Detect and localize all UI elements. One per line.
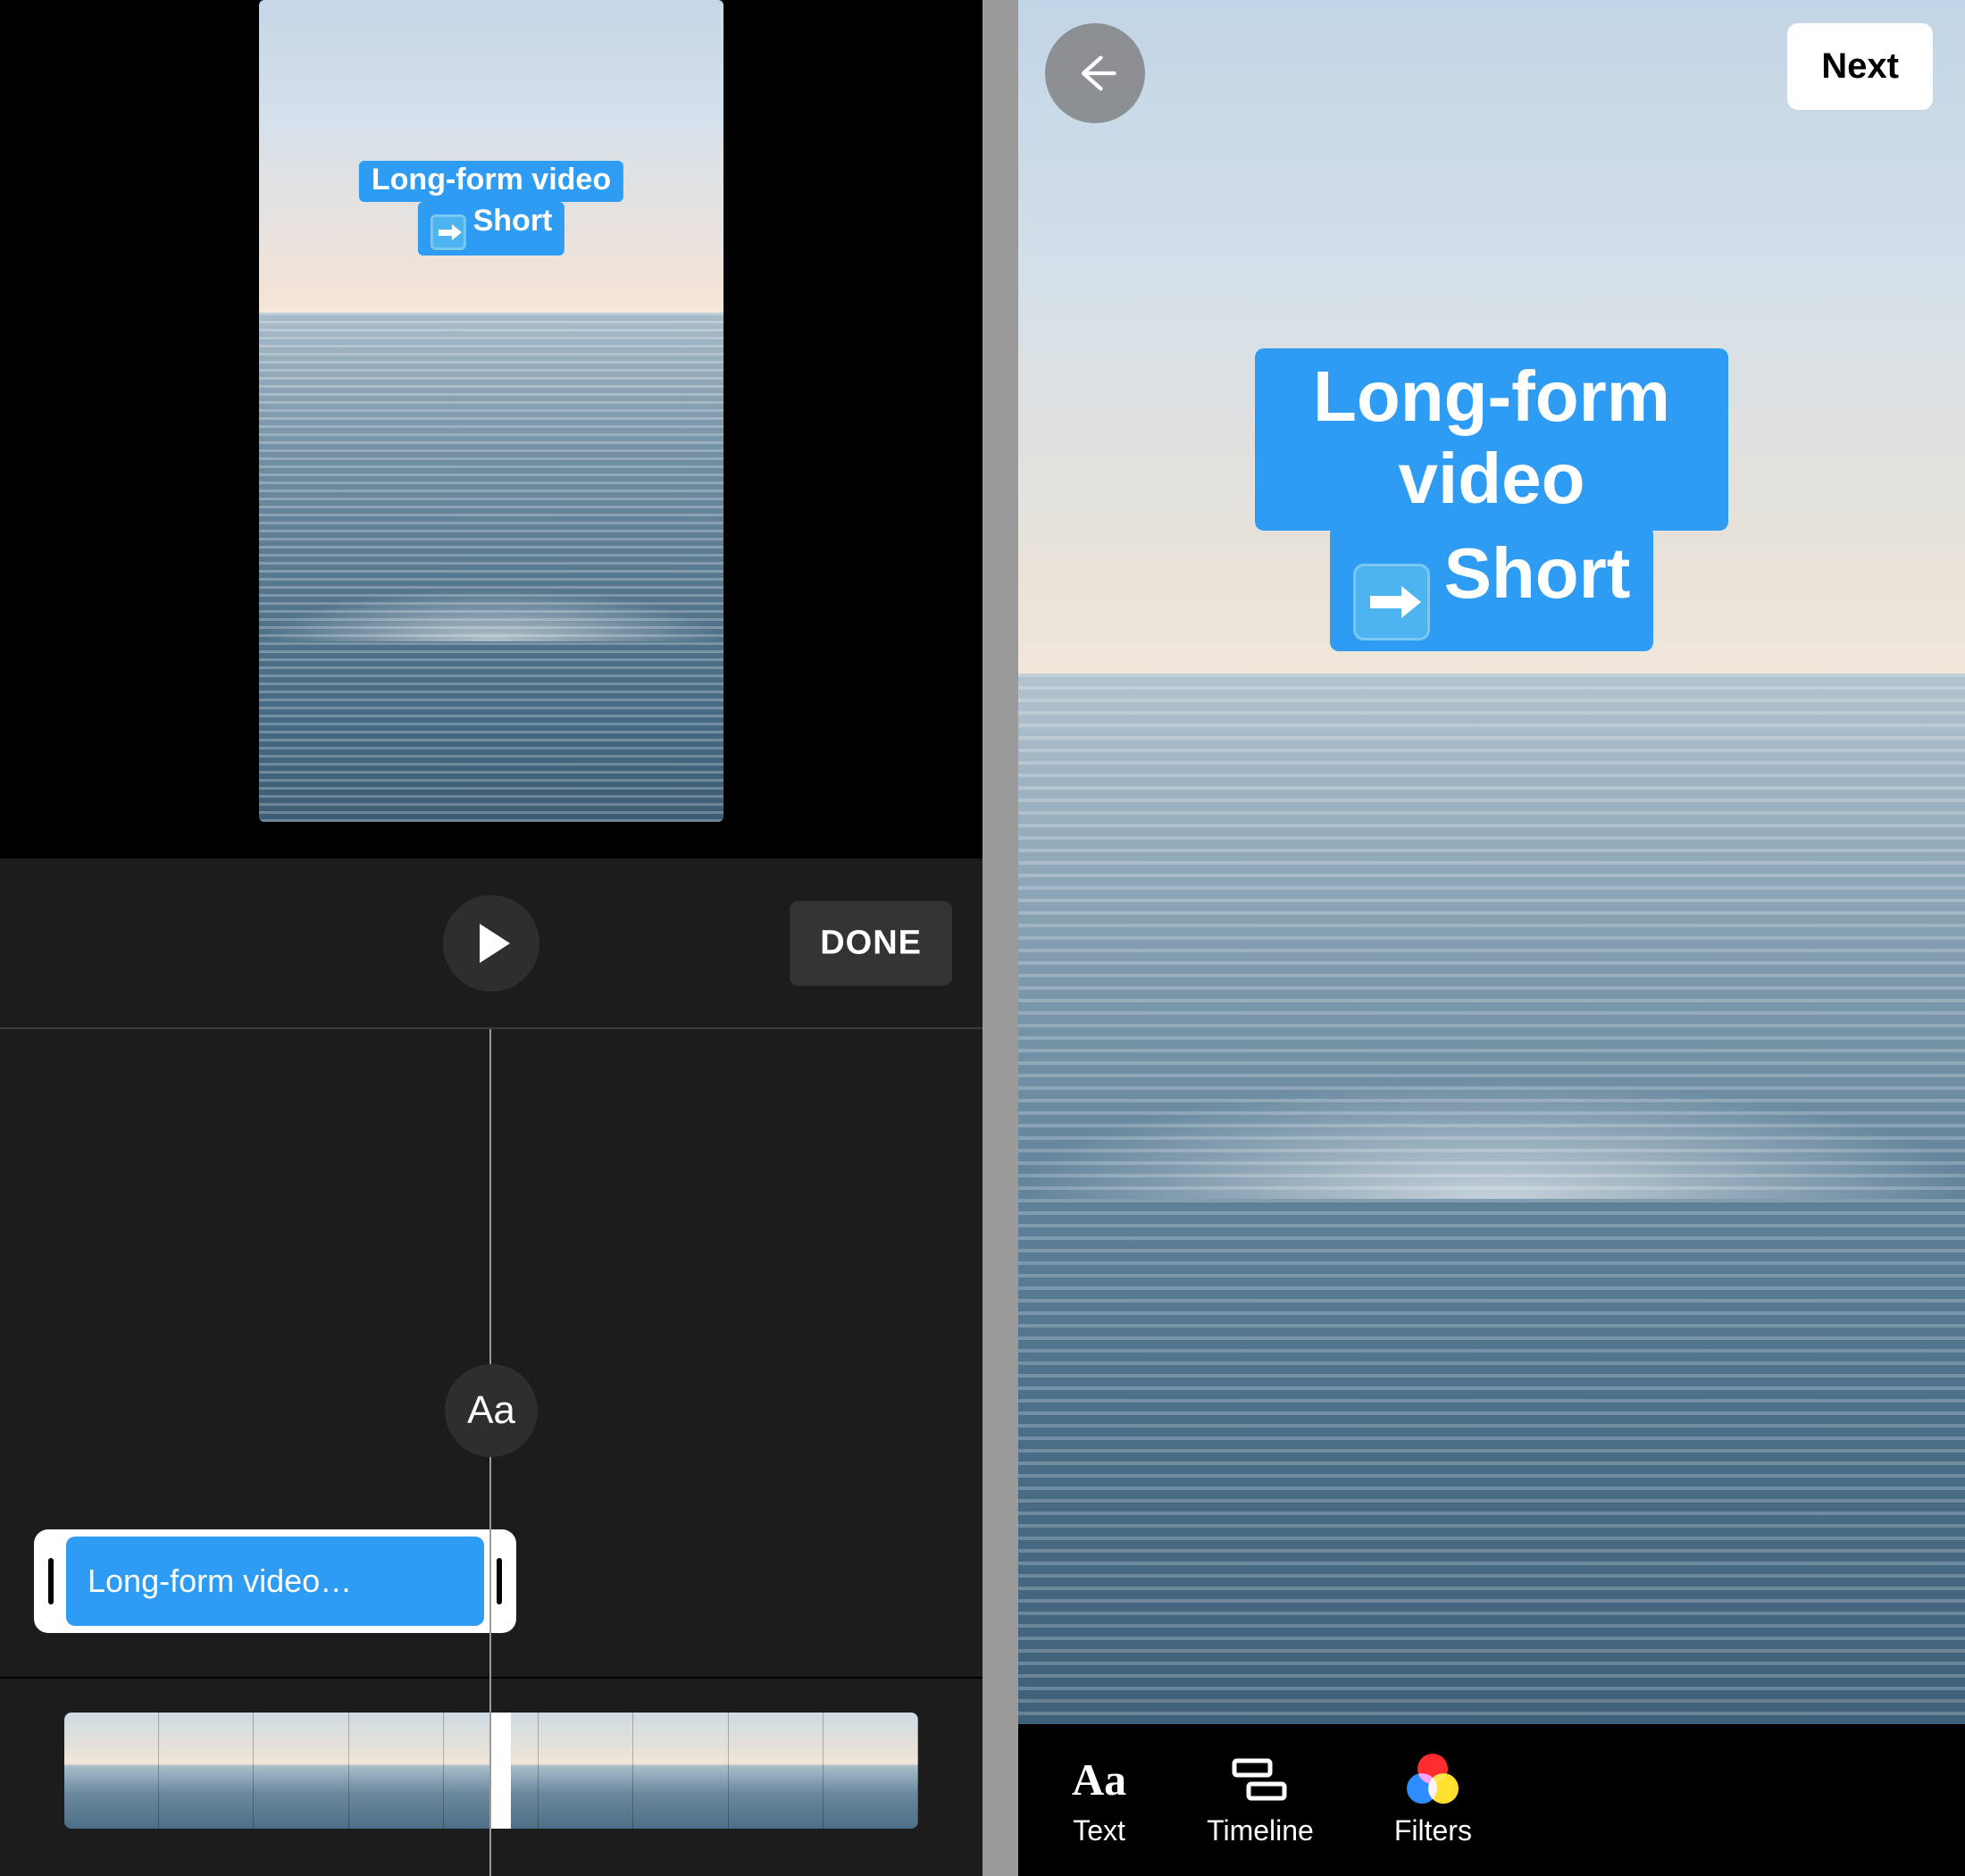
tool-timeline[interactable]: Timeline (1207, 1754, 1314, 1847)
timeline-editor-panel: Long-form video Short DONE Aa Long-form … (0, 0, 982, 1876)
sticker-line-2: Short (418, 202, 565, 256)
arrow-left-icon (1072, 50, 1118, 96)
story-foam (1018, 1083, 1965, 1199)
sticker-line-1: Long-form video (1255, 348, 1728, 531)
tool-filters[interactable]: Filters (1394, 1754, 1472, 1847)
trim-handle-left[interactable] (41, 1540, 61, 1622)
text-sticker[interactable]: Long-form video Short (1255, 348, 1728, 651)
sticker-line-1: Long-form video (359, 161, 623, 202)
video-preview-area: Long-form video Short (0, 0, 982, 858)
timeline-icon (1231, 1754, 1290, 1805)
video-thumbnail (349, 1713, 444, 1829)
video-thumbnail (729, 1713, 824, 1829)
arrow-right-icon (431, 214, 466, 250)
back-button[interactable] (1045, 23, 1145, 123)
video-thumbnail (633, 1713, 728, 1829)
story-sea (1018, 674, 1965, 1724)
tool-label: Text (1073, 1814, 1125, 1847)
playback-controls: DONE (0, 858, 982, 1027)
video-thumbnail (64, 1713, 159, 1829)
sticker-line-2: Short (1330, 525, 1654, 651)
video-thumbnail (254, 1713, 348, 1829)
tool-text[interactable]: Aa Text (1072, 1754, 1126, 1847)
arrow-right-icon (1353, 564, 1430, 641)
video-thumbnail (539, 1713, 633, 1829)
filters-icon (1407, 1754, 1459, 1805)
text-aa-icon: Aa (1072, 1754, 1126, 1805)
text-clip[interactable]: Long-form video… (34, 1529, 516, 1633)
timeline[interactable]: Aa Long-form video… (0, 1027, 982, 1876)
video-playhead[interactable] (489, 1713, 511, 1829)
preview-sea (259, 313, 723, 822)
text-aa-icon: Aa (467, 1388, 515, 1433)
story-editor-panel: Next Long-form video Short Aa Text Timel… (1018, 0, 1965, 1876)
video-track-container (0, 1677, 982, 1838)
tool-bar: Aa Text Timeline Filters (1018, 1724, 1965, 1876)
tool-label: Timeline (1207, 1814, 1314, 1847)
video-preview[interactable]: Long-form video Short (259, 0, 723, 822)
video-thumbnail (824, 1713, 918, 1829)
done-button[interactable]: DONE (790, 900, 952, 985)
text-clip-label[interactable]: Long-form video… (66, 1537, 484, 1626)
add-text-button[interactable]: Aa (445, 1364, 538, 1457)
trim-handle-right[interactable] (489, 1540, 509, 1622)
text-sticker-preview[interactable]: Long-form video Short (359, 161, 623, 255)
next-button[interactable]: Next (1787, 23, 1933, 110)
video-track[interactable] (64, 1713, 918, 1829)
video-thumbnail (159, 1713, 254, 1829)
tool-label: Filters (1394, 1814, 1472, 1847)
play-icon (480, 924, 510, 963)
play-button[interactable] (443, 895, 539, 992)
preview-foam (259, 588, 723, 641)
